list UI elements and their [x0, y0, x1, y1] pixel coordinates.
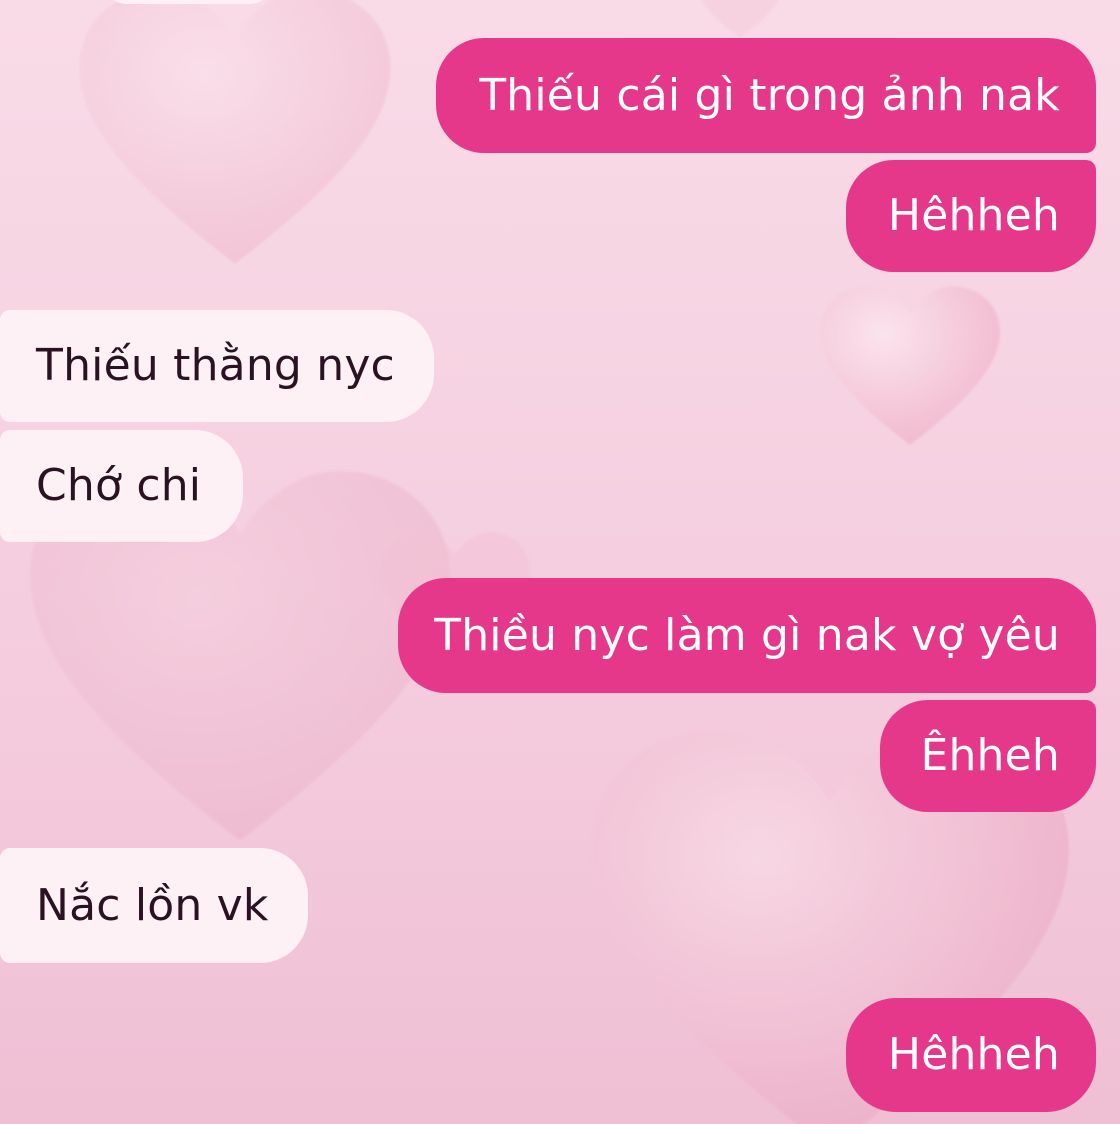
outgoing-message-bubble[interactable]: Êhheh [880, 700, 1096, 812]
message-text: Chớ chi [36, 460, 202, 511]
message-text: Thiều nyc làm gì nak vợ yêu [434, 609, 1060, 661]
incoming-message-bubble[interactable]: Nắc lồn vk [0, 848, 308, 963]
outgoing-message-bubble[interactable]: Hêhheh [846, 998, 1096, 1112]
message-list[interactable]: Thiếu cái gì trong ảnh nak Hêhheh Thiếu … [0, 0, 1120, 1124]
outgoing-message-bubble[interactable]: Hêhheh [846, 160, 1096, 272]
incoming-message-bubble-clipped[interactable] [98, 0, 278, 4]
outgoing-message-bubble[interactable]: Thiều nyc làm gì nak vợ yêu [398, 578, 1096, 693]
outgoing-message-bubble[interactable]: Thiếu cái gì trong ảnh nak [436, 38, 1096, 153]
message-text: Thiếu thằng nyc [36, 340, 395, 391]
message-text: Thiếu cái gì trong ảnh nak [479, 69, 1060, 121]
incoming-message-bubble[interactable]: Thiếu thằng nyc [0, 310, 434, 422]
message-text: Hêhheh [887, 1029, 1060, 1080]
message-text: Hêhheh [887, 190, 1060, 241]
incoming-message-bubble[interactable]: Chớ chi [0, 430, 243, 542]
message-text: Êhheh [920, 730, 1060, 781]
message-text: Nắc lồn vk [36, 879, 269, 931]
